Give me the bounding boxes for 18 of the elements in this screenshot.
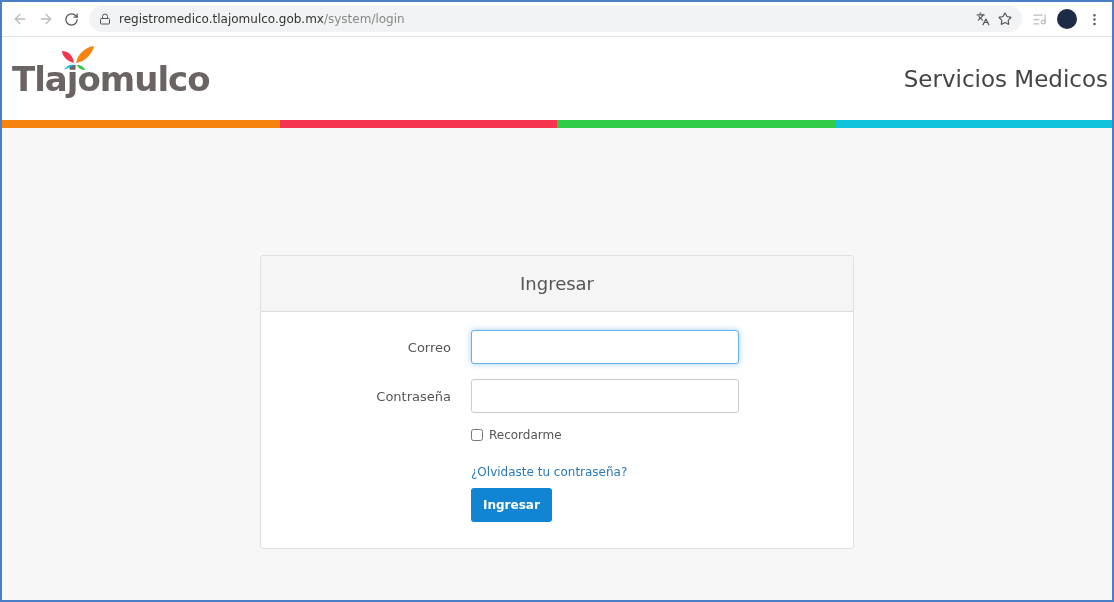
field-label: Correo (406, 339, 451, 355)
checkbox[interactable] (471, 429, 483, 441)
forgot-password-link[interactable]: ¿Olvidaste tu contraseña? (471, 465, 739, 479)
star-icon[interactable] (998, 12, 1012, 26)
lock-icon (99, 13, 111, 25)
input-field[interactable] (471, 379, 739, 413)
submit-button[interactable]: Ingresar (471, 488, 552, 522)
reload-icon[interactable] (64, 11, 79, 27)
address-bar[interactable]: registromedico.tlajomulco.gob.mx/system/login (89, 6, 1022, 32)
input-field[interactable] (471, 330, 739, 364)
checkbox-label: Recordarme (489, 428, 562, 442)
logo: Tlajomulco (12, 58, 210, 99)
url-text: registromedico.tlajomulco.gob.mx/system/login (119, 12, 405, 26)
avatar-icon[interactable] (1057, 9, 1077, 29)
page-title: Servicios Medicos (903, 65, 1108, 92)
translate-icon[interactable] (976, 12, 990, 26)
card-title: Ingresar (520, 273, 594, 294)
field-label: Contraseña (375, 388, 451, 404)
